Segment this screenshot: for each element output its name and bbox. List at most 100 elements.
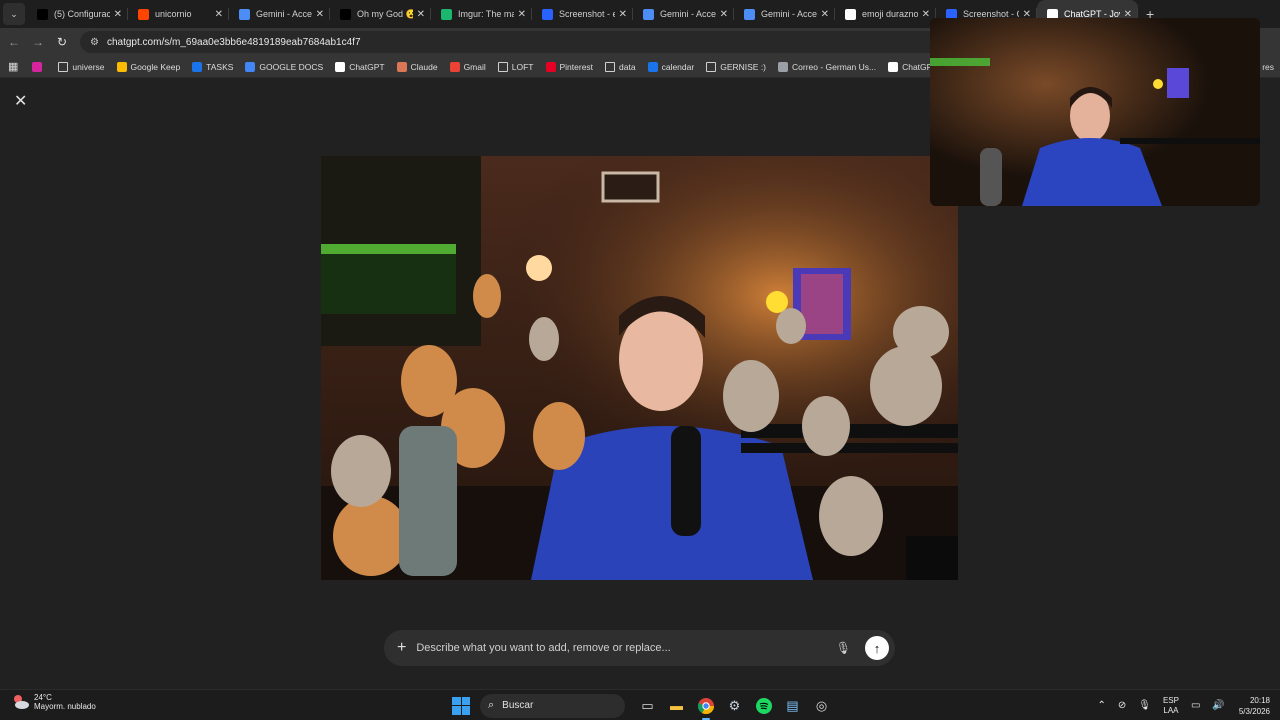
- close-tab-icon[interactable]: ✕: [417, 9, 425, 20]
- address-bar[interactable]: ⚙ chatgpt.com/s/m_69aa0e3bb6e4819189eab7…: [80, 31, 960, 53]
- microphone-icon[interactable]: 🎙: [836, 641, 851, 655]
- browser-tab[interactable]: Screenshot - e ✕: [532, 0, 633, 28]
- close-tab-icon[interactable]: ✕: [720, 9, 728, 20]
- x-logo-icon: [37, 8, 48, 20]
- browser-tab[interactable]: Gemini - Acces ✕: [734, 0, 835, 28]
- bookmark[interactable]: Correo - German Us...: [778, 61, 877, 72]
- bookmark-label: Pinterest: [559, 61, 594, 72]
- gmail-icon: [449, 61, 460, 72]
- search-label: Buscar: [502, 700, 534, 711]
- globe-icon: [778, 61, 789, 72]
- bookmark-label: calendar: [661, 61, 695, 72]
- bookmark-label: LOFT: [511, 61, 534, 72]
- chrome-icon[interactable]: [694, 694, 718, 720]
- network-icon[interactable]: ▭: [1191, 700, 1200, 711]
- file-explorer-icon[interactable]: ▬: [665, 694, 689, 718]
- tab-title: unicornio: [155, 9, 192, 19]
- apps-grid-icon[interactable]: ▦: [8, 60, 18, 73]
- bookmark[interactable]: LOFT: [497, 61, 534, 72]
- browser-tab[interactable]: (5) Configuració ✕: [27, 0, 128, 28]
- bookmark[interactable]: Google Keep: [116, 61, 180, 72]
- bookmark[interactable]: Claude: [396, 61, 438, 72]
- forward-button[interactable]: →: [26, 35, 50, 49]
- browser-tab[interactable]: emoji durazno ✕: [835, 0, 936, 28]
- site-info-icon[interactable]: ⚙: [90, 37, 99, 48]
- close-tab-icon[interactable]: ✕: [821, 9, 829, 20]
- folder-icon: [605, 61, 616, 72]
- pinterest-icon: [545, 61, 556, 72]
- send-button[interactable]: ↑: [865, 636, 889, 660]
- close-tab-icon[interactable]: ✕: [114, 9, 122, 20]
- close-icon[interactable]: ✕: [14, 91, 27, 111]
- bookmark-label: ChatGPT: [349, 61, 385, 72]
- tiktok-icon: [340, 8, 351, 20]
- microphone-tray-icon[interactable]: 🎙: [1138, 700, 1151, 711]
- close-tab-icon[interactable]: ✕: [922, 9, 930, 20]
- clock-time: 20:18: [1249, 695, 1270, 705]
- bookmark-label: GERNISE :): [720, 61, 767, 72]
- bookmark[interactable]: calendar: [647, 61, 695, 72]
- bookmark[interactable]: ChatGPT: [335, 61, 385, 72]
- system-tray: ⌃ ⊘ 🎙 ESP LAA ▭ 🔊 20:18 5/3/2026: [1091, 693, 1270, 718]
- obs-icon[interactable]: ◎: [810, 694, 834, 718]
- close-tab-icon[interactable]: ✕: [316, 9, 324, 20]
- bookmark[interactable]: GERNISE :): [706, 61, 767, 72]
- edit-prompt-input[interactable]: [416, 642, 836, 654]
- show-hidden-icons-chevron-icon[interactable]: ⌃: [1097, 700, 1105, 711]
- claude-icon: [396, 61, 407, 72]
- calendar-icon: [647, 61, 658, 72]
- bookmark-label: Correo - German Us...: [792, 61, 877, 72]
- bookmark[interactable]: universe: [58, 61, 105, 72]
- bookmark-label: universe: [72, 61, 105, 72]
- browser-tab[interactable]: Gemini - Acces ✕: [229, 0, 330, 28]
- spotify-icon[interactable]: [752, 694, 776, 718]
- tab-title: Imgur: The ma: [458, 9, 514, 19]
- close-tab-icon[interactable]: ✕: [619, 9, 627, 20]
- taskbar-search[interactable]: ⌕ Buscar: [480, 693, 625, 718]
- close-tab-icon[interactable]: ✕: [215, 9, 223, 20]
- bookmark-label: data: [619, 61, 636, 72]
- docs-icon: [245, 61, 256, 72]
- folder-icon: [497, 61, 508, 72]
- bookmark[interactable]: GOOGLE DOCS: [245, 61, 324, 72]
- tasks-icon: [192, 61, 203, 72]
- url-text: chatgpt.com/s/m_69aa0e3bb6e4819189eab768…: [106, 36, 361, 48]
- bookmark[interactable]: TASKS: [192, 61, 233, 72]
- clock[interactable]: 20:18 5/3/2026: [1239, 695, 1270, 717]
- weather-widget[interactable]: 24°C Mayorm. nublado: [12, 693, 96, 711]
- bookmark-label: GOOGLE DOCS: [259, 61, 324, 72]
- steam-icon[interactable]: ⚙: [723, 694, 747, 718]
- weather-temperature: 24°C: [34, 693, 52, 702]
- search-icon: ⌕: [488, 699, 495, 711]
- bookmark[interactable]: Gmail: [449, 61, 486, 72]
- language-indicator[interactable]: ESP LAA: [1163, 696, 1179, 716]
- edited-image: [321, 156, 958, 580]
- gemini-icon: [643, 8, 654, 20]
- bookmarks-overflow-label[interactable]: res: [1262, 62, 1274, 72]
- bookmark[interactable]: [32, 61, 46, 72]
- bookmark-label: Gmail: [463, 61, 486, 72]
- browser-tab[interactable]: unicornio ✕: [128, 0, 229, 28]
- tab-search-button[interactable]: ⌄: [3, 3, 25, 25]
- edit-prompt-bar: + 🎙 ↑: [384, 630, 895, 666]
- close-tab-icon[interactable]: ✕: [518, 9, 526, 20]
- chatgpt-icon: [335, 61, 346, 72]
- reload-button[interactable]: ↻: [50, 35, 74, 49]
- network-disabled-icon[interactable]: ⊘: [1118, 700, 1126, 711]
- browser-tab[interactable]: Gemini - Acces ✕: [633, 0, 734, 28]
- task-view-icon[interactable]: ▭: [636, 694, 660, 718]
- keep-icon: [116, 61, 127, 72]
- tab-title: Gemini - Acces: [761, 9, 817, 19]
- folder-icon: [58, 61, 69, 72]
- bookmark[interactable]: data: [605, 61, 636, 72]
- bookmark[interactable]: Pinterest: [545, 61, 594, 72]
- imgur-icon: [441, 8, 452, 20]
- back-button[interactable]: ←: [2, 35, 26, 49]
- start-button[interactable]: [452, 696, 470, 715]
- volume-icon[interactable]: 🔊: [1212, 700, 1224, 711]
- browser-tab[interactable]: Oh my God 😮 ✕: [330, 0, 431, 28]
- add-attachment-button[interactable]: +: [397, 639, 406, 657]
- browser-tab[interactable]: Imgur: The ma ✕: [431, 0, 532, 28]
- tab-title: (5) Configuració: [54, 9, 110, 19]
- notepad-icon[interactable]: ▤: [781, 694, 805, 718]
